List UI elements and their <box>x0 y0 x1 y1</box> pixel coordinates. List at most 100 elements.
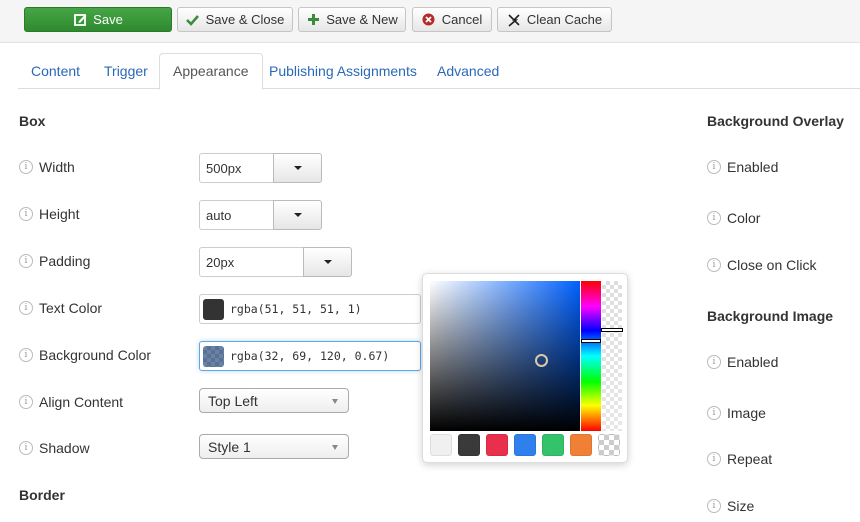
save-and-close-button[interactable]: Save & Close <box>177 7 293 32</box>
saturation-brightness-area[interactable] <box>430 281 580 431</box>
info-icon[interactable]: i <box>707 355 721 369</box>
tab-advanced[interactable]: Advanced <box>424 53 512 89</box>
padding-input[interactable]: 20px <box>199 247 303 277</box>
info-icon[interactable]: i <box>19 207 33 221</box>
color-preset-swatch[interactable] <box>514 434 536 456</box>
checkmark-icon <box>186 13 200 27</box>
shadow-select[interactable]: Style 1 <box>199 434 349 459</box>
width-field: 500px <box>199 153 322 183</box>
color-preset-swatch[interactable] <box>458 434 480 456</box>
width-label-text: Width <box>39 159 75 175</box>
padding-label: i Padding <box>19 253 90 269</box>
info-icon[interactable]: i <box>707 406 721 420</box>
clean-cache-label: Clean Cache <box>526 12 603 27</box>
text-color-value: rgba(51, 51, 51, 1) <box>230 302 362 316</box>
caret-down-icon <box>323 260 332 264</box>
info-icon[interactable]: i <box>19 348 33 362</box>
color-preset-swatch[interactable] <box>486 434 508 456</box>
alpha-slider-handle[interactable] <box>601 328 623 332</box>
align-content-label-text: Align Content <box>39 394 124 410</box>
info-icon[interactable]: i <box>19 395 33 409</box>
info-icon[interactable]: i <box>19 301 33 315</box>
height-label: i Height <box>19 206 79 222</box>
image-enabled-text: Enabled <box>727 354 779 370</box>
image-enabled-label: i Enabled <box>707 354 778 370</box>
padding-field: 20px <box>199 247 352 277</box>
text-color-label-text: Text Color <box>39 300 103 316</box>
tab-trigger[interactable]: Trigger <box>91 53 161 89</box>
plus-icon <box>306 13 320 27</box>
size-text: Size <box>727 498 755 514</box>
align-content-label: i Align Content <box>19 394 123 410</box>
width-dropdown-button[interactable] <box>273 153 322 183</box>
caret-down-icon <box>293 166 302 170</box>
shadow-label-text: Shadow <box>39 440 90 456</box>
repeat-text: Repeat <box>727 451 773 467</box>
background-color-swatch[interactable] <box>203 345 224 367</box>
info-icon[interactable]: i <box>707 258 721 272</box>
color-preset-swatch[interactable] <box>542 434 564 456</box>
width-input[interactable]: 500px <box>199 153 273 183</box>
tab-content[interactable]: Content <box>18 53 93 89</box>
shadow-value: Style 1 <box>208 438 251 455</box>
color-picker-popup <box>422 273 628 463</box>
align-content-select[interactable]: Top Left <box>199 388 349 413</box>
border-section-title: Border <box>19 487 65 503</box>
alpha-slider[interactable] <box>601 281 623 431</box>
size-label: i Size <box>707 498 754 514</box>
overlay-color-label: i Color <box>707 210 760 226</box>
overlay-close-on-click-label: i Close on Click <box>707 257 816 273</box>
overlay-color-text: Color <box>727 210 761 226</box>
background-color-input[interactable]: rgba(32, 69, 120, 0.67) <box>199 341 421 371</box>
save-and-close-label: Save & Close <box>205 12 285 27</box>
shadow-label: i Shadow <box>19 440 90 456</box>
background-overlay-title: Background Overlay <box>707 113 844 129</box>
align-content-value: Top Left <box>208 392 258 409</box>
hue-slider[interactable] <box>581 281 601 431</box>
background-color-value: rgba(32, 69, 120, 0.67) <box>230 349 390 363</box>
background-image-title: Background Image <box>707 308 834 324</box>
color-preset-swatch[interactable] <box>570 434 592 456</box>
height-input[interactable]: auto <box>199 200 273 230</box>
edit-icon <box>73 13 87 27</box>
background-color-label: i Background Color <box>19 347 151 363</box>
image-label: i Image <box>707 405 766 421</box>
overlay-close-on-click-text: Close on Click <box>727 257 817 273</box>
color-preset-swatch[interactable] <box>598 434 620 456</box>
info-icon[interactable]: i <box>707 452 721 466</box>
info-icon[interactable]: i <box>707 211 721 225</box>
clean-cache-button[interactable]: Clean Cache <box>497 7 612 32</box>
info-icon[interactable]: i <box>19 441 33 455</box>
tab-publishing-assignments[interactable]: Publishing Assignments <box>256 53 430 89</box>
background-color-label-text: Background Color <box>39 347 152 363</box>
hue-slider-handle[interactable] <box>581 339 601 343</box>
cancel-circle-icon <box>422 13 436 27</box>
save-button[interactable]: Save <box>24 7 172 32</box>
height-field: auto <box>199 200 322 230</box>
color-preset-swatch[interactable] <box>430 434 452 456</box>
color-presets <box>430 434 620 456</box>
text-color-swatch[interactable] <box>203 298 224 320</box>
lightning-icon <box>507 13 521 27</box>
overlay-enabled-text: Enabled <box>727 159 779 175</box>
tab-bar: Content Trigger Appearance Publishing As… <box>18 53 860 90</box>
info-icon[interactable]: i <box>707 160 721 174</box>
height-dropdown-button[interactable] <box>273 200 322 230</box>
toolbar: Save Save & Close Save & New Cancel Clea… <box>0 0 860 43</box>
saturation-handle[interactable] <box>535 354 548 367</box>
cancel-button[interactable]: Cancel <box>412 7 492 32</box>
save-and-new-label: Save & New <box>326 12 398 27</box>
caret-down-icon <box>332 445 338 450</box>
cancel-label: Cancel <box>441 12 483 27</box>
box-section-title: Box <box>19 113 46 129</box>
height-label-text: Height <box>39 206 80 222</box>
caret-down-icon <box>293 213 302 217</box>
save-and-new-button[interactable]: Save & New <box>298 7 406 32</box>
tab-appearance[interactable]: Appearance <box>159 53 263 90</box>
repeat-label: i Repeat <box>707 451 772 467</box>
padding-dropdown-button[interactable] <box>303 247 352 277</box>
text-color-input[interactable]: rgba(51, 51, 51, 1) <box>199 294 421 324</box>
info-icon[interactable]: i <box>707 499 721 513</box>
info-icon[interactable]: i <box>19 254 33 268</box>
info-icon[interactable]: i <box>19 160 33 174</box>
